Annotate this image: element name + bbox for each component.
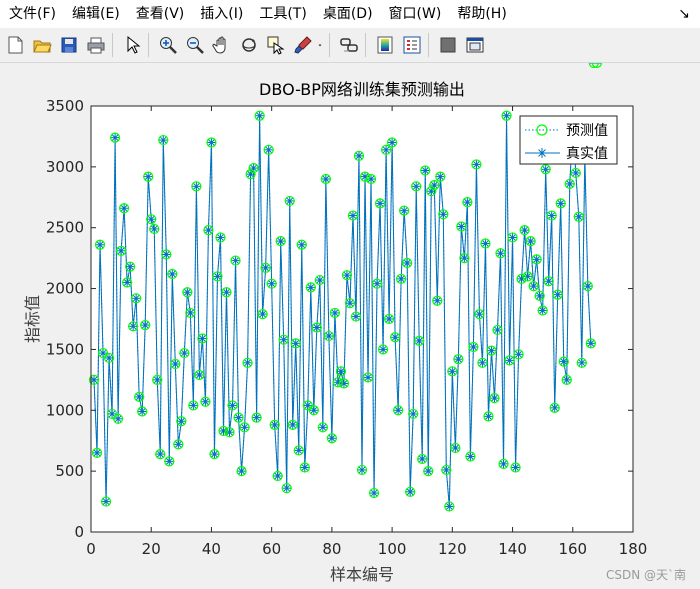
watermark: CSDN @天`南 <box>605 568 686 582</box>
print-icon[interactable] <box>84 33 108 57</box>
x-tick-label: 100 <box>378 540 407 558</box>
pan-hand-icon[interactable] <box>210 33 234 57</box>
y-axis-label: 指标值 <box>23 295 42 343</box>
toolbar-separator <box>428 33 429 57</box>
save-icon[interactable] <box>57 33 81 57</box>
y-tick-label: 2000 <box>46 280 84 298</box>
toolbar-separator <box>148 33 149 57</box>
x-tick-label: 140 <box>498 540 527 558</box>
insert-legend-icon[interactable] <box>400 33 424 57</box>
x-tick-label: 180 <box>619 540 648 558</box>
rotate-3d-icon[interactable] <box>237 33 261 57</box>
y-tick-label: 1500 <box>46 340 84 358</box>
menu-window[interactable]: 窗口(W) <box>381 0 450 28</box>
open-file-icon[interactable] <box>30 33 54 57</box>
chart-title: DBO-BP网络训练集预测输出 <box>259 80 465 99</box>
x-tick-label: 120 <box>438 540 467 558</box>
legend[interactable]: 预测值 真实值 <box>519 115 618 165</box>
insert-colorbar-icon[interactable] <box>373 33 397 57</box>
new-figure-icon[interactable] <box>3 33 27 57</box>
menu-help[interactable]: 帮助(H) <box>449 0 514 28</box>
x-tick-label: 80 <box>322 540 341 558</box>
menu-view[interactable]: 查看(V) <box>128 0 193 28</box>
brush-icon[interactable] <box>291 33 315 57</box>
menu-tools[interactable]: 工具(T) <box>251 0 314 28</box>
y-tick-label: 3500 <box>46 97 84 115</box>
show-plot-tools-icon[interactable] <box>463 33 487 57</box>
menu-file[interactable]: 文件(F) <box>0 0 64 28</box>
zoom-out-icon[interactable] <box>183 33 207 57</box>
x-tick-label: 60 <box>262 540 281 558</box>
hide-plot-tools-icon[interactable] <box>436 33 460 57</box>
menu-insert[interactable]: 插入(I) <box>192 0 251 28</box>
toolbar-separator <box>365 33 366 57</box>
legend-actual-marker <box>537 148 547 158</box>
x-tick-label: 160 <box>558 540 587 558</box>
y-tick-label: 500 <box>55 462 84 480</box>
brush-dropdown-icon[interactable] <box>315 33 325 57</box>
toolbar-separator <box>329 33 330 57</box>
figure-canvas: 0 20 40 60 80 100 120 140 160 180 0 500 1000 1500 2000… <box>0 63 700 589</box>
y-tick-label: 1000 <box>46 401 84 419</box>
x-tick-label: 20 <box>142 540 161 558</box>
y-tick-label: 0 <box>74 523 84 541</box>
line-chart: 0 20 40 60 80 100 120 140 160 180 0 500 1000 1500 2000… <box>23 63 648 584</box>
toolbar-separator <box>112 33 113 57</box>
x-axis-label: 样本编号 <box>330 565 394 584</box>
legend-predicted-label: 预测值 <box>566 123 608 139</box>
menu-edit[interactable]: 编辑(E) <box>64 0 128 28</box>
data-cursor-icon[interactable] <box>264 33 288 57</box>
y-tick-label: 3000 <box>46 158 84 176</box>
legend-actual-label: 真实值 <box>566 146 608 162</box>
x-tick-label: 0 <box>86 540 96 558</box>
zoom-in-icon[interactable] <box>156 33 180 57</box>
dock-figure-icon[interactable]: ↘ <box>676 6 692 22</box>
menu-desktop[interactable]: 桌面(D) <box>315 0 381 28</box>
link-plot-icon[interactable] <box>337 33 361 57</box>
menu-bar: 文件(F) 编辑(E) 查看(V) 插入(I) 工具(T) 桌面(D) 窗口(W) 帮助(H)… <box>0 0 700 28</box>
y-tick-label: 2500 <box>46 219 84 237</box>
pointer-arrow-icon[interactable] <box>120 33 144 57</box>
figure-toolbar <box>0 28 700 63</box>
x-tick-label: 40 <box>202 540 221 558</box>
